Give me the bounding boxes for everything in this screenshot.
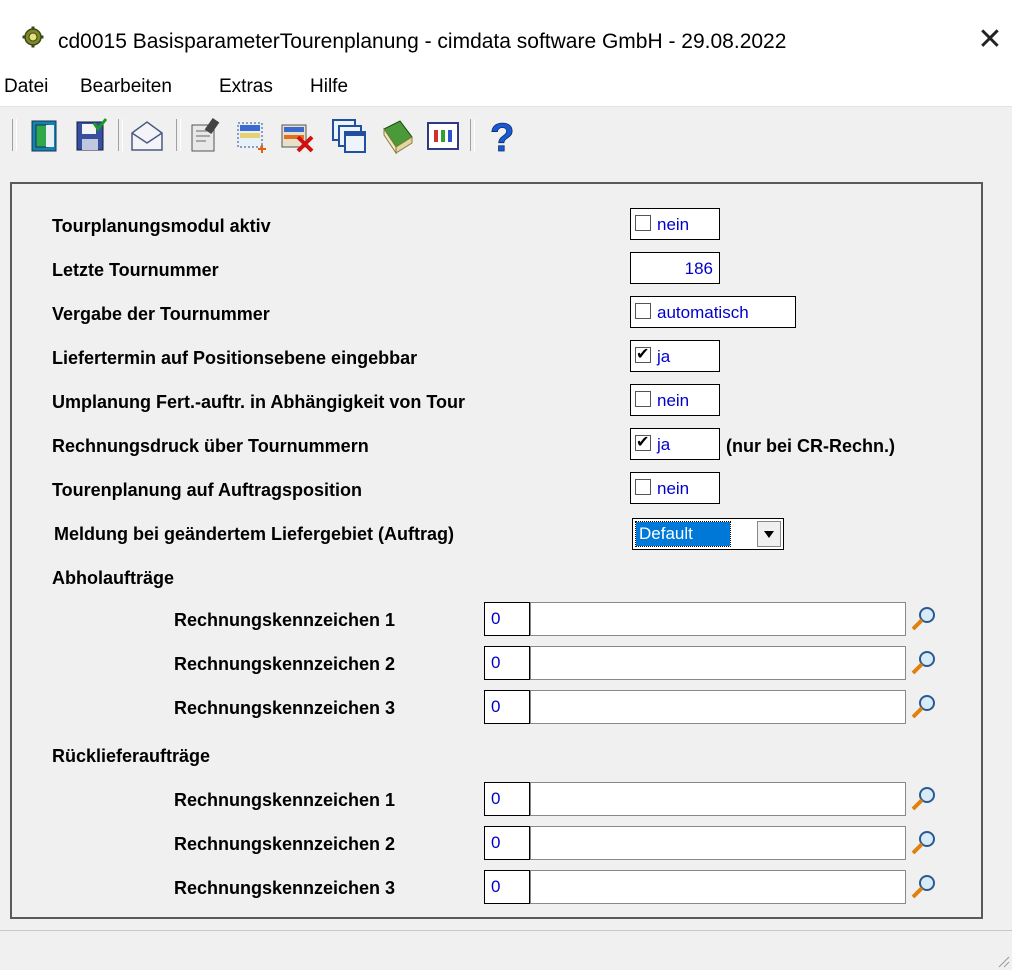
checkbox-value: ja <box>657 435 671 454</box>
search-icon[interactable] <box>910 692 938 720</box>
rechnungskennzeichen-label: Rechnungskennzeichen 3 <box>174 878 396 898</box>
code-value: 0 <box>491 877 501 896</box>
rechnungskennzeichen-code-input[interactable]: 0 <box>484 690 530 724</box>
menu-bar: Datei Bearbeiten Extras Hilfe <box>0 68 1012 106</box>
section-heading-abholauftraege: Abholaufträge <box>52 568 175 588</box>
search-icon[interactable] <box>910 604 938 632</box>
meldung-liefergebiet-select[interactable]: Default <box>632 518 784 550</box>
setting-label: Letzte Tournummer <box>52 260 219 280</box>
checkbox-value: automatisch <box>657 303 749 322</box>
code-value: 0 <box>491 653 501 672</box>
gear-icon <box>22 26 44 48</box>
rechnungsdruck-note: (nur bei CR-Rechn.) <box>726 436 895 456</box>
mail-envelope-icon[interactable] <box>128 117 166 155</box>
search-icon[interactable] <box>910 828 938 856</box>
rechnungskennzeichen-code-input[interactable]: 0 <box>484 870 530 904</box>
rechnungskennzeichen-description <box>530 870 906 904</box>
grid-view-icon[interactable] <box>424 117 462 155</box>
menu-extras[interactable]: Extras <box>219 76 273 98</box>
exit-door-icon[interactable] <box>26 117 64 155</box>
rechnungskennzeichen-label: Rechnungskennzeichen 3 <box>174 698 396 718</box>
input-value: 186 <box>684 259 713 278</box>
checkbox[interactable] <box>635 303 651 319</box>
toolbar-separator <box>176 119 181 151</box>
search-icon[interactable] <box>910 872 938 900</box>
setting-label: Meldung bei geändertem Liefergebiet (Auf… <box>54 524 455 544</box>
checkbox[interactable] <box>635 391 651 407</box>
tourplanungsmodul-checkbox[interactable]: nein <box>630 208 720 240</box>
new-record-icon[interactable] <box>232 117 270 155</box>
rechnungskennzeichen-code-input[interactable]: 0 <box>484 826 530 860</box>
svg-text:?: ? <box>490 117 514 155</box>
checkbox[interactable] <box>635 215 651 231</box>
tourenplanung-auftragsposition-checkbox[interactable]: nein <box>630 472 720 504</box>
section-heading-ruecklieferauftraege: Rücklieferaufträge <box>52 746 211 766</box>
vergabe-tournummer-checkbox[interactable]: automatisch <box>630 296 796 328</box>
rechnungskennzeichen-code-input[interactable]: 0 <box>484 602 530 636</box>
setting-label: Tourplanungsmodul aktiv <box>52 216 271 236</box>
menu-bearbeiten[interactable]: Bearbeiten <box>80 76 172 98</box>
checkbox-checked[interactable] <box>635 432 651 451</box>
rechnungskennzeichen-description <box>530 690 906 724</box>
checkbox-value: nein <box>657 479 690 498</box>
toolbar-separator <box>118 119 123 151</box>
checkbox[interactable] <box>635 479 651 495</box>
rechnungskennzeichen-description <box>530 826 906 860</box>
delete-record-icon[interactable] <box>278 117 316 155</box>
rechnungsdruck-checkbox[interactable]: ja <box>630 428 720 460</box>
save-disk-icon[interactable] <box>72 117 110 155</box>
rechnungskennzeichen-code-input[interactable]: 0 <box>484 646 530 680</box>
toolbar-separator <box>470 119 475 151</box>
rechnungskennzeichen-label: Rechnungskennzeichen 2 <box>174 654 396 674</box>
code-value: 0 <box>491 609 501 628</box>
setting-label: Umplanung Fert.-auftr. in Abhängigkeit v… <box>52 392 465 412</box>
checkbox-value: nein <box>657 391 690 410</box>
rechnungskennzeichen-description <box>530 646 906 680</box>
code-value: 0 <box>491 789 501 808</box>
rechnungskennzeichen-description <box>530 602 906 636</box>
select-value: Default <box>635 521 731 547</box>
checkbox-checked[interactable] <box>635 344 651 363</box>
setting-label: Liefertermin auf Positionsebene eingebba… <box>52 348 418 368</box>
window-title: cd0015 BasisparameterTourenplanung - cim… <box>58 30 787 53</box>
checkbox-value: ja <box>657 347 671 366</box>
toolbar: ? <box>0 106 1012 163</box>
window-copy-icon[interactable] <box>330 117 368 155</box>
rechnungskennzeichen-label: Rechnungskennzeichen 1 <box>174 610 396 630</box>
resize-grip-icon[interactable] <box>996 954 1010 968</box>
setting-label: Rechnungsdruck über Tournummern <box>52 436 369 456</box>
rechnungskennzeichen-code-input[interactable]: 0 <box>484 782 530 816</box>
edit-document-icon[interactable] <box>186 117 224 155</box>
letzte-tournummer-input[interactable]: 186 <box>630 252 720 284</box>
book-icon[interactable] <box>378 117 416 155</box>
rechnungskennzeichen-description <box>530 782 906 816</box>
search-icon[interactable] <box>910 784 938 812</box>
help-question-icon[interactable]: ? <box>482 117 520 155</box>
setting-label: Tourenplanung auf Auftragsposition <box>52 480 362 500</box>
setting-label: Vergabe der Tournummer <box>52 304 270 324</box>
search-icon[interactable] <box>910 648 938 676</box>
close-button[interactable]: ✕ <box>968 20 1012 60</box>
liefertermin-checkbox[interactable]: ja <box>630 340 720 372</box>
menu-hilfe[interactable]: Hilfe <box>310 76 348 98</box>
chevron-down-icon[interactable] <box>757 521 781 547</box>
menu-datei[interactable]: Datei <box>4 76 48 98</box>
parameter-panel: Tourplanungsmodul aktiv nein Letzte Tour… <box>10 182 983 919</box>
status-bar <box>0 930 1012 970</box>
title-bar: cd0015 BasisparameterTourenplanung - cim… <box>0 0 1012 68</box>
rechnungskennzeichen-label: Rechnungskennzeichen 2 <box>174 834 396 854</box>
checkbox-value: nein <box>657 215 690 234</box>
code-value: 0 <box>491 833 501 852</box>
umplanung-checkbox[interactable]: nein <box>630 384 720 416</box>
code-value: 0 <box>491 697 501 716</box>
toolbar-separator <box>12 119 17 151</box>
rechnungskennzeichen-label: Rechnungskennzeichen 1 <box>174 790 396 810</box>
